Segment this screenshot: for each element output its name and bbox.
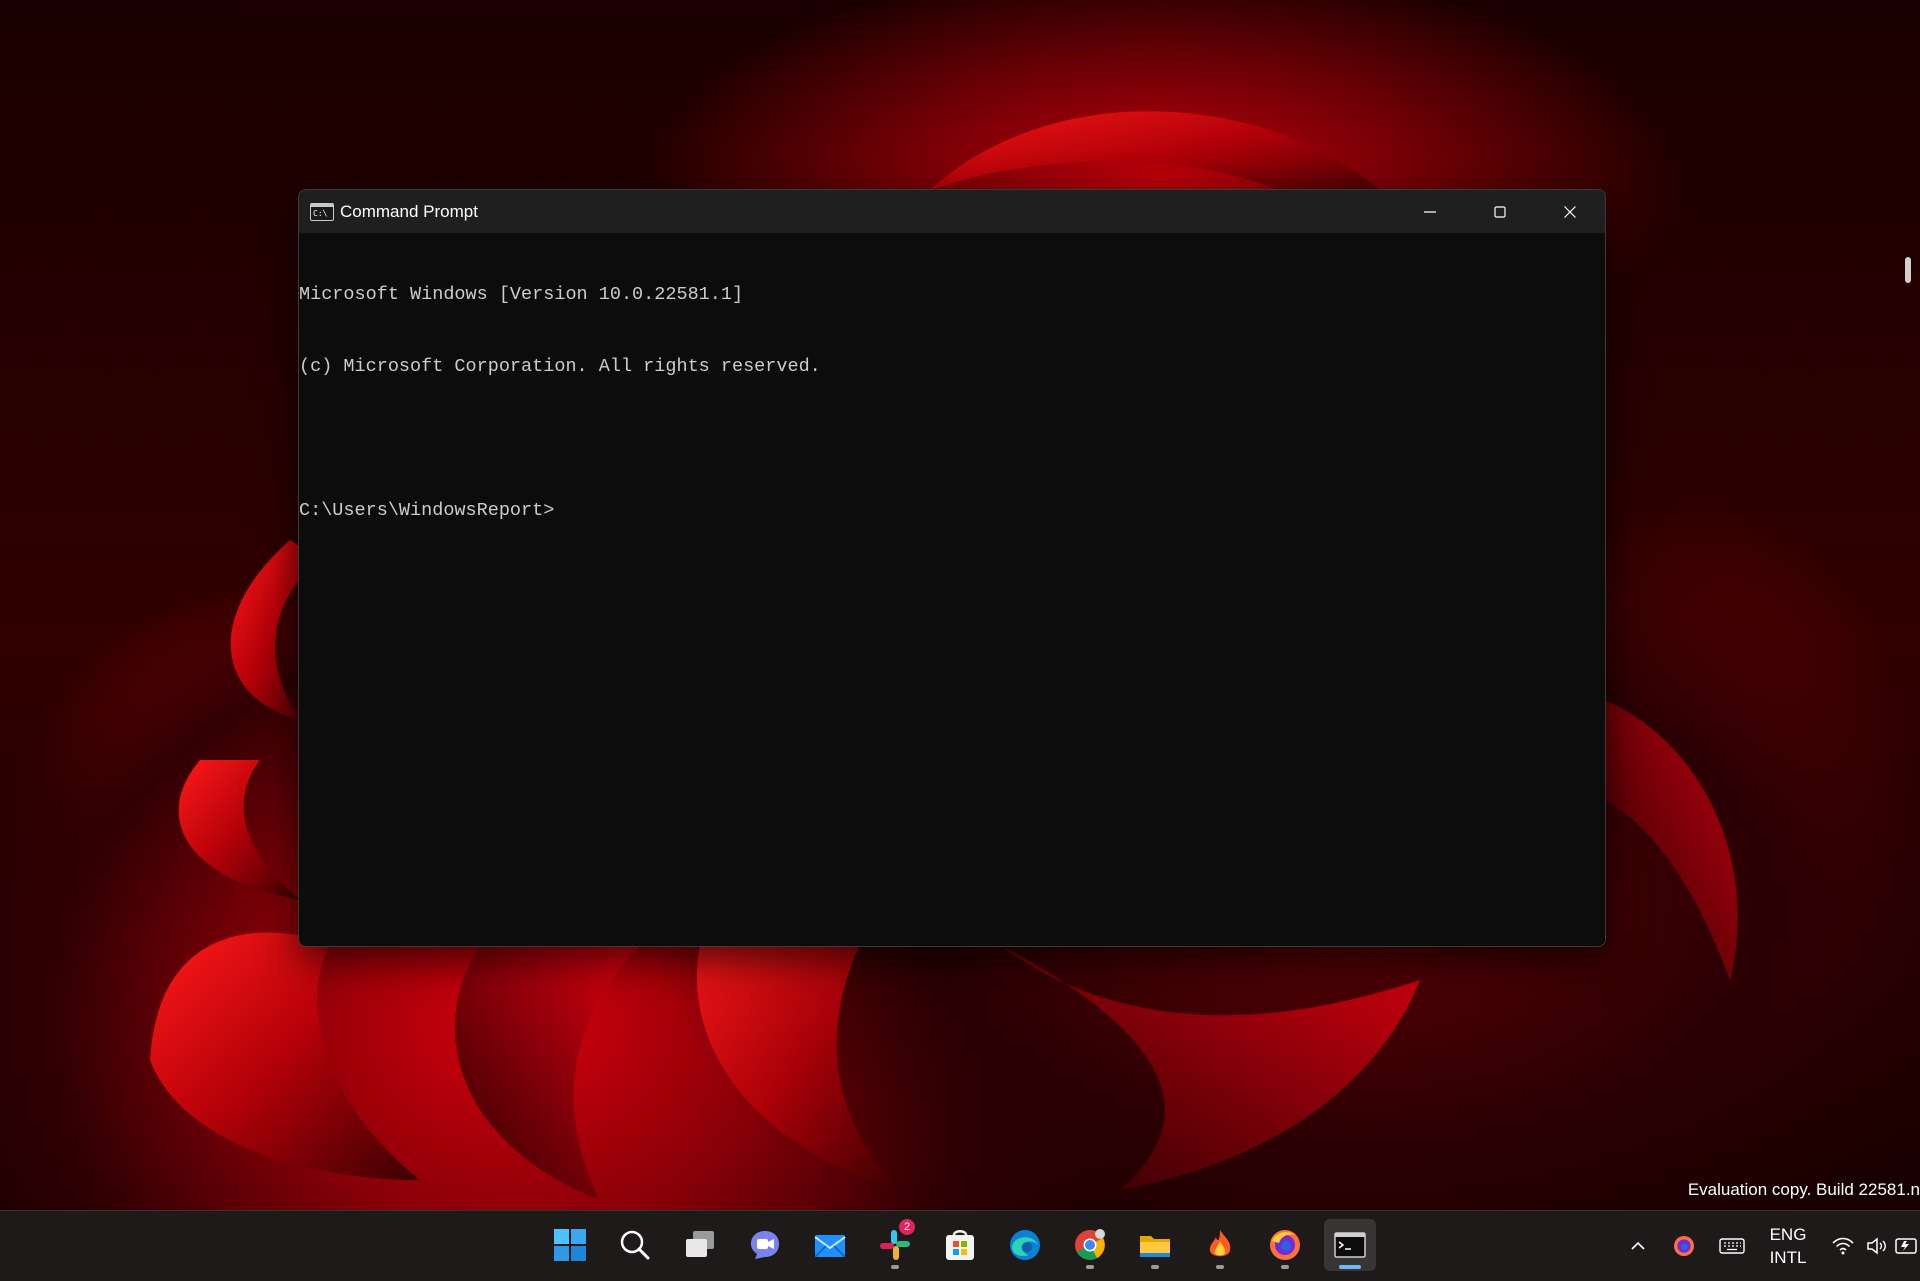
input-language-button[interactable]: ENG INTL — [1762, 1211, 1814, 1281]
svg-text:C:\: C:\ — [313, 209, 328, 218]
mail-icon — [812, 1227, 848, 1263]
firefox-button[interactable] — [1259, 1219, 1311, 1271]
wifi-icon — [1831, 1236, 1855, 1256]
minimize-button[interactable] — [1395, 190, 1465, 233]
running-indicator — [891, 1265, 899, 1269]
start-button[interactable] — [544, 1219, 596, 1271]
console-prompt: C:\Users\WindowsReport> — [299, 499, 1581, 523]
maximize-button[interactable] — [1465, 190, 1535, 233]
flame-app-icon — [1202, 1227, 1238, 1263]
slack-button[interactable]: 2 — [869, 1219, 921, 1271]
keyboard-layout: INTL — [1770, 1246, 1807, 1269]
flame-app-button[interactable] — [1194, 1219, 1246, 1271]
file-explorer-icon — [1137, 1227, 1173, 1263]
tray-firefox-button[interactable] — [1666, 1211, 1702, 1281]
maximize-icon — [1492, 204, 1508, 220]
battery-button[interactable] — [1894, 1211, 1920, 1281]
battery-icon — [1894, 1236, 1918, 1256]
touch-keyboard-button[interactable] — [1712, 1211, 1752, 1281]
running-indicator — [1086, 1265, 1094, 1269]
console-line — [299, 427, 1581, 451]
volume-button[interactable] — [1862, 1211, 1892, 1281]
microsoft-store-icon — [942, 1227, 978, 1263]
command-prompt-taskbar-button[interactable] — [1324, 1219, 1376, 1271]
title-bar[interactable]: C:\ Command Prompt — [299, 190, 1605, 233]
edge-button[interactable] — [999, 1219, 1051, 1271]
console-output[interactable]: Microsoft Windows [Version 10.0.22581.1]… — [299, 233, 1581, 946]
scrollbar[interactable] — [1581, 233, 1605, 946]
running-indicator — [1281, 1265, 1289, 1269]
chrome-icon — [1072, 1227, 1108, 1263]
chrome-button[interactable] — [1064, 1219, 1116, 1271]
network-button[interactable] — [1826, 1211, 1860, 1281]
console-line: Microsoft Windows [Version 10.0.22581.1] — [299, 283, 1581, 307]
notification-badge: 2 — [899, 1219, 915, 1235]
evaluation-watermark: Evaluation copy. Build 22581.n — [1688, 1180, 1920, 1200]
edge-icon — [1007, 1227, 1043, 1263]
task-view-button[interactable] — [674, 1219, 726, 1271]
minimize-icon — [1422, 204, 1438, 220]
running-indicator — [1151, 1265, 1159, 1269]
firefox-icon — [1267, 1227, 1303, 1263]
window-title: Command Prompt — [340, 202, 1395, 222]
show-hidden-icons-button[interactable] — [1620, 1211, 1656, 1281]
running-indicator — [1339, 1265, 1361, 1269]
console-line: (c) Microsoft Corporation. All rights re… — [299, 355, 1581, 379]
close-icon — [1562, 204, 1578, 220]
command-prompt-window[interactable]: C:\ Command Prompt Microsoft Windows [Ve… — [298, 189, 1606, 947]
store-button[interactable] — [934, 1219, 986, 1271]
firefox-icon — [1672, 1234, 1696, 1258]
running-indicator — [1216, 1265, 1224, 1269]
search-icon — [617, 1227, 653, 1263]
keyboard-icon — [1719, 1236, 1745, 1256]
mail-button[interactable] — [804, 1219, 856, 1271]
close-button[interactable] — [1535, 190, 1605, 233]
taskbar: 2 — [0, 1210, 1920, 1281]
scrollbar-thumb[interactable] — [1905, 257, 1911, 283]
search-button[interactable] — [609, 1219, 661, 1271]
command-prompt-icon: C:\ — [310, 203, 334, 221]
start-icon — [552, 1227, 588, 1263]
teams-chat-icon — [747, 1227, 783, 1263]
language-code: ENG — [1770, 1223, 1807, 1246]
volume-icon — [1866, 1236, 1888, 1256]
file-explorer-button[interactable] — [1129, 1219, 1181, 1271]
chevron-up-icon — [1629, 1237, 1647, 1255]
chat-button[interactable] — [739, 1219, 791, 1271]
command-prompt-icon — [1332, 1227, 1368, 1263]
task-view-icon — [682, 1227, 718, 1263]
